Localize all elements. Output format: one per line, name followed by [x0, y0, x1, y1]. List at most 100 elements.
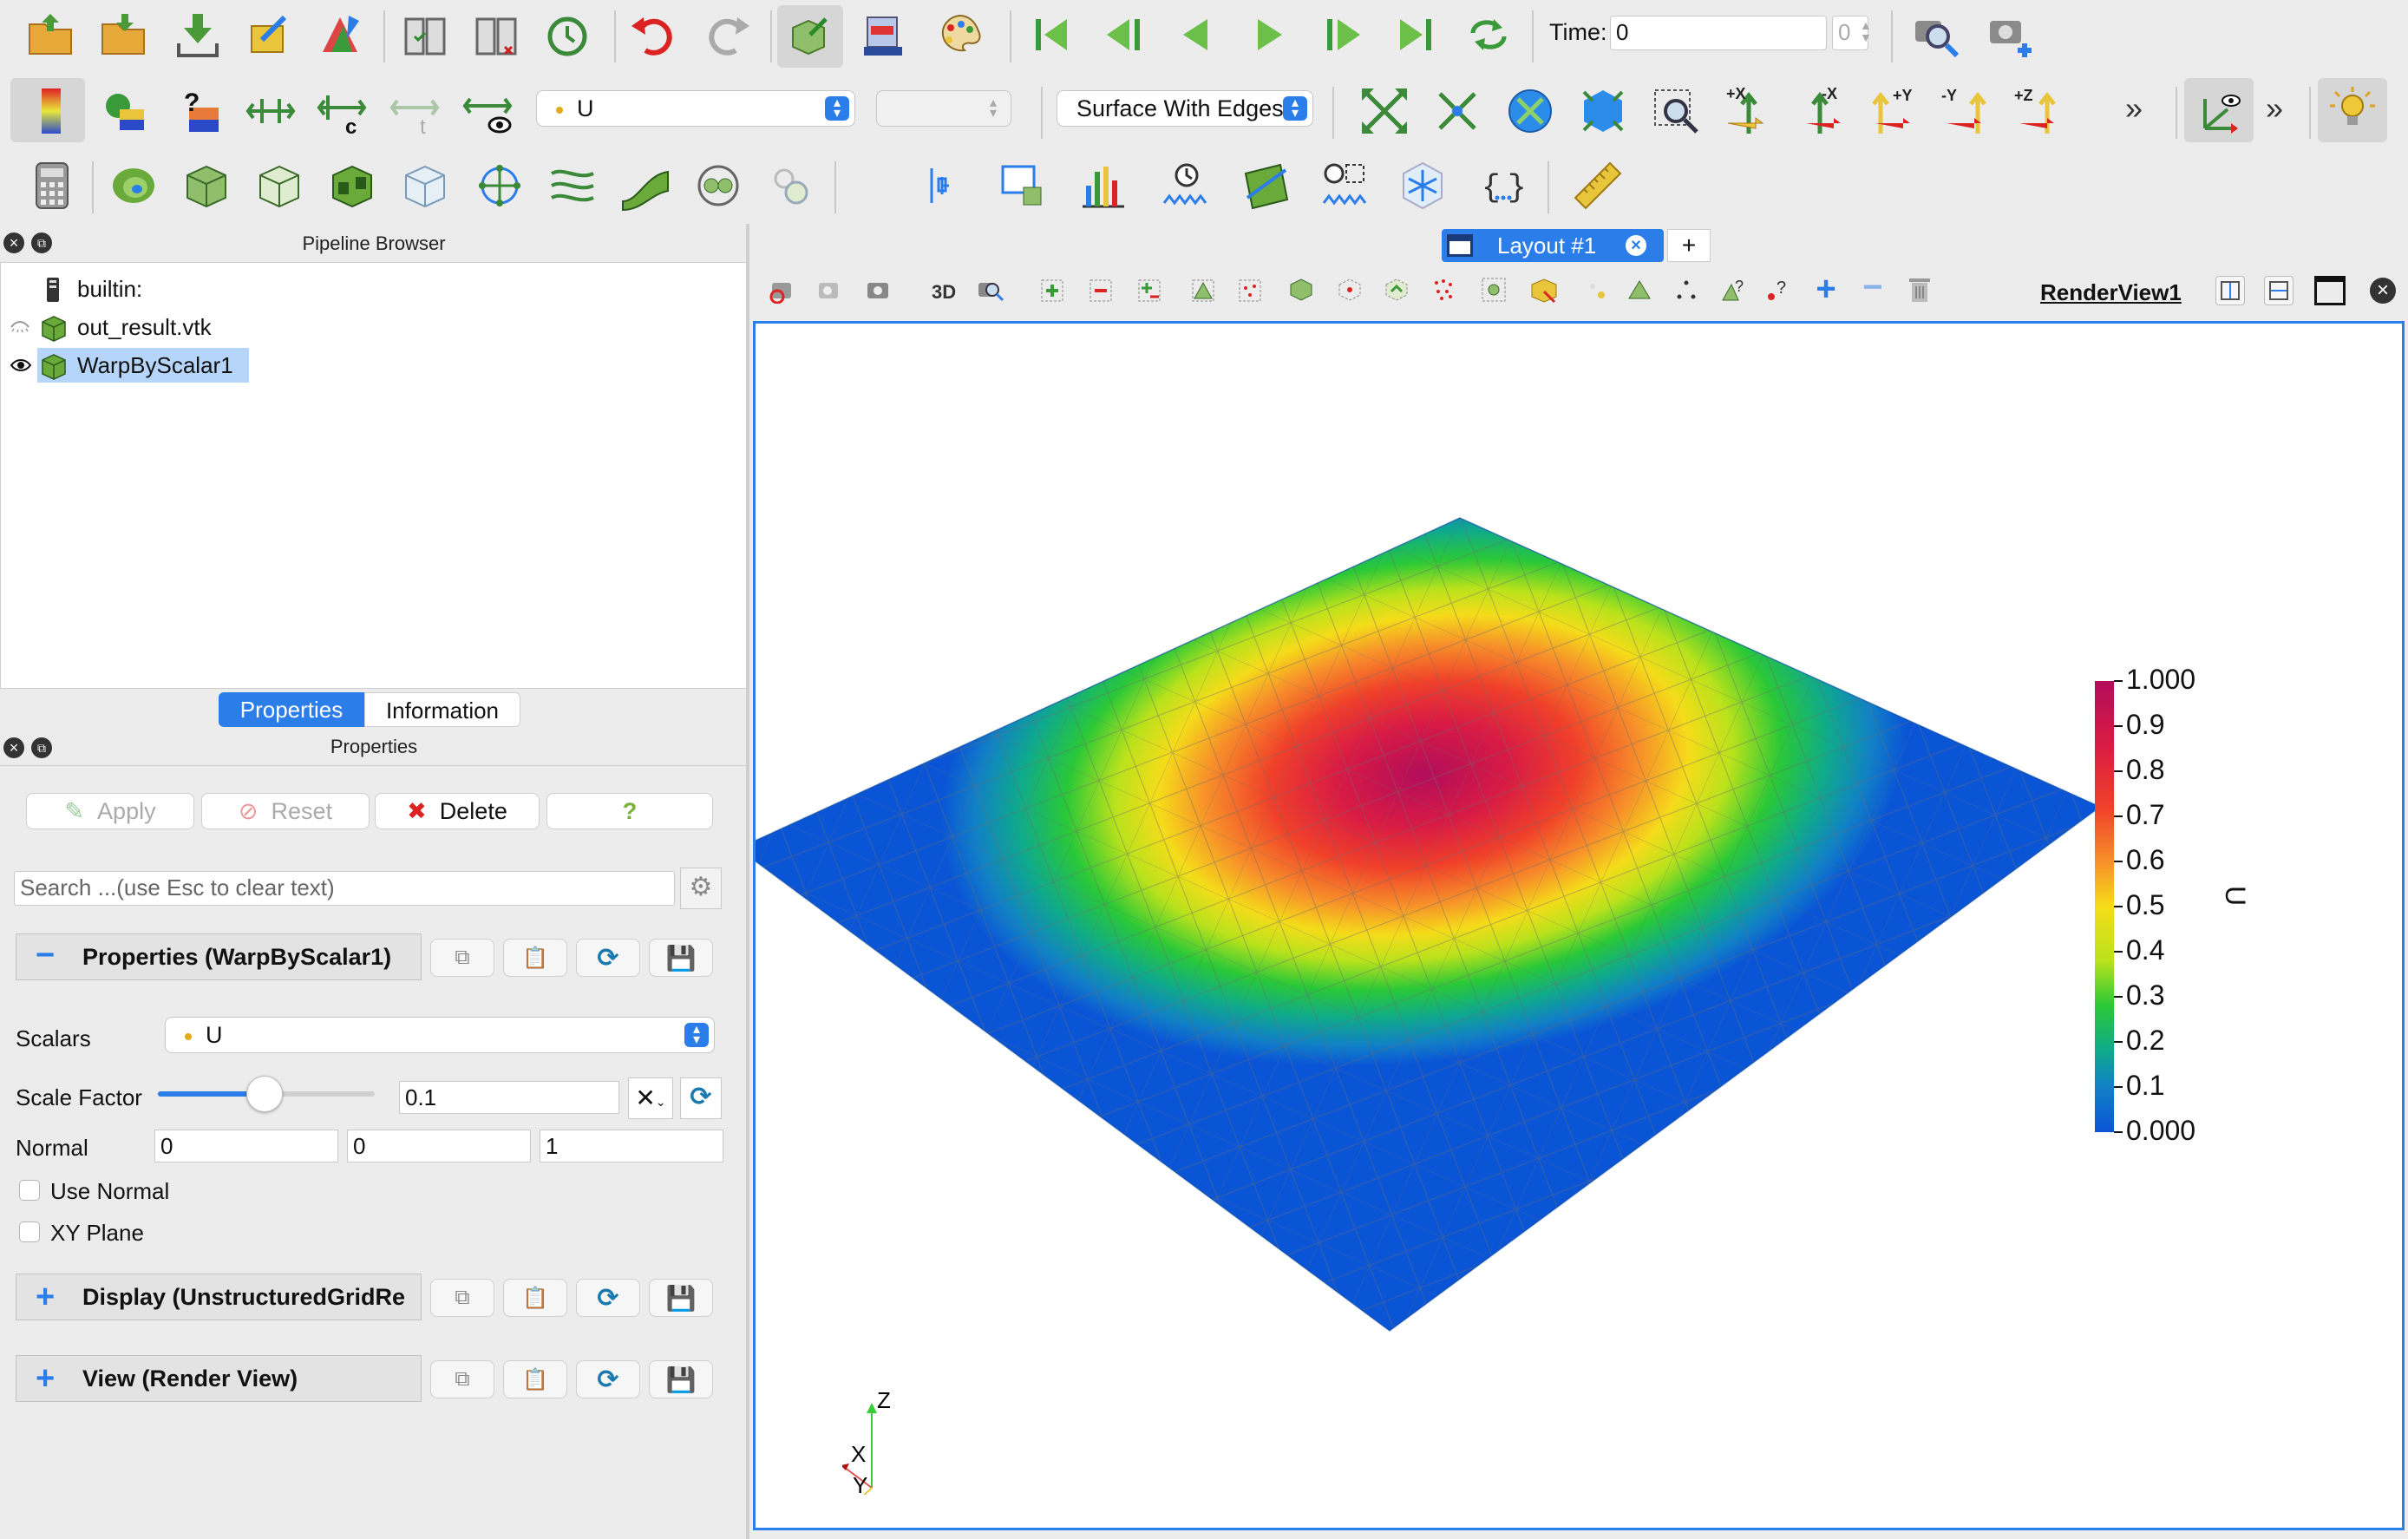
select-points-surface-icon[interactable]: [1237, 278, 1263, 304]
orientation-axes-icon[interactable]: [2191, 83, 2247, 139]
reset-display-default-button[interactable]: ⟳: [576, 1279, 640, 1317]
hover-points-icon[interactable]: [1582, 276, 1610, 304]
save-screenshot-icon[interactable]: [857, 7, 913, 62]
tab-properties[interactable]: Properties: [219, 692, 364, 727]
select-polygon-cells-icon[interactable]: [1383, 276, 1410, 304]
redo-icon[interactable]: [699, 7, 755, 62]
split-vertical-icon[interactable]: [2264, 276, 2293, 305]
hover-points-query-icon[interactable]: ?: [1764, 276, 1792, 304]
plot-over-line-2-icon[interactable]: [1239, 158, 1294, 213]
select-cells-on-icon[interactable]: [1039, 278, 1065, 304]
histogram-icon[interactable]: [1076, 158, 1131, 213]
undo-icon[interactable]: [626, 7, 682, 62]
warp-by-vector-icon[interactable]: [618, 158, 673, 213]
plot-data-over-time-icon[interactable]: [1157, 158, 1213, 213]
close-view-icon[interactable]: ×: [2370, 278, 2396, 304]
xy-plane-checkbox[interactable]: [19, 1221, 40, 1242]
loop-icon[interactable]: [1461, 7, 1516, 62]
help-button[interactable]: ?: [546, 793, 713, 829]
connect-icon[interactable]: [241, 7, 297, 62]
tab-information[interactable]: Information: [364, 692, 520, 727]
extract-level-icon[interactable]: [763, 158, 819, 213]
select-blocks-icon[interactable]: [1480, 276, 1508, 304]
view-plus-z-icon[interactable]: +Z: [2011, 83, 2066, 139]
dock-splitter[interactable]: [746, 224, 749, 1539]
hover-cells-icon[interactable]: [1626, 276, 1653, 304]
pipeline-item-warpbyscalar1[interactable]: WarpByScalar1: [1, 348, 747, 383]
reset-button[interactable]: ⊘ Reset: [201, 793, 370, 829]
reset-camera-closest-icon[interactable]: [1430, 83, 1485, 139]
color-array-combo[interactable]: U ▴ ▾: [536, 90, 855, 127]
more-tools-chevron-icon[interactable]: »: [2266, 90, 2283, 127]
reset-view-icon[interactable]: [767, 276, 795, 305]
more-tools-chevron-icon[interactable]: »: [2125, 90, 2143, 127]
view-plus-x-icon[interactable]: +X: [1721, 83, 1777, 139]
add-layout-tab-button[interactable]: +: [1667, 229, 1711, 262]
plot-over-line-icon[interactable]: [919, 158, 975, 213]
plot-selection-icon[interactable]: [994, 158, 1050, 213]
rescale-custom-icon[interactable]: ?: [170, 83, 226, 139]
rescale-data-range-icon[interactable]: [243, 83, 298, 139]
save-default-button[interactable]: 💾: [649, 939, 713, 977]
select-cells-surface-icon[interactable]: [1190, 278, 1216, 304]
scalars-combo[interactable]: U ▴ ▾: [165, 1017, 715, 1053]
select-points-off-icon[interactable]: [1088, 278, 1114, 304]
python-shell-icon[interactable]: [1395, 158, 1450, 213]
programmable-filter-icon[interactable]: {}: [1475, 158, 1530, 213]
representation-combo[interactable]: Surface With Edges ▴ ▾: [1057, 90, 1313, 127]
copy-properties-button[interactable]: ⧉: [430, 939, 494, 977]
view-section-header[interactable]: + View (Render View): [16, 1355, 422, 1402]
apply-button[interactable]: ✎ Apply: [26, 793, 194, 829]
light-bulb-icon[interactable]: [2325, 83, 2380, 139]
save-display-default-button[interactable]: 💾: [649, 1279, 713, 1317]
play-icon[interactable]: [1242, 7, 1298, 62]
scale-factor-multiplier-button[interactable]: ✕⌄: [628, 1077, 673, 1119]
split-horizontal-icon[interactable]: [2215, 276, 2245, 305]
reset-view-default-button[interactable]: ⟳: [576, 1360, 640, 1398]
clip-icon[interactable]: [179, 158, 234, 213]
reset-session-icon[interactable]: [540, 7, 595, 62]
open-recent-icon[interactable]: [95, 7, 151, 62]
interact-3d-icon[interactable]: [782, 7, 838, 62]
view-plus-y-icon[interactable]: +Y: [1865, 83, 1921, 139]
zoom-closest-icon[interactable]: [1575, 83, 1631, 139]
advanced-settings-gear-icon[interactable]: ⚙: [680, 868, 722, 909]
camera-zoom-icon[interactable]: [977, 276, 1004, 304]
select-toggle-icon[interactable]: [1136, 278, 1162, 304]
open-file-icon[interactable]: [23, 7, 78, 62]
paste-properties-button[interactable]: 📋: [503, 939, 567, 977]
zoom-to-data-icon[interactable]: [1502, 83, 1558, 139]
pipeline-item-out-result[interactable]: out_result.vtk: [1, 310, 747, 344]
find-data-icon[interactable]: [1908, 7, 1964, 62]
component-combo[interactable]: ▴ ▾: [876, 90, 1011, 127]
save-view-default-button[interactable]: 💾: [649, 1360, 713, 1398]
render-view-title[interactable]: RenderView1: [2040, 279, 2182, 306]
previous-frame-icon[interactable]: [1096, 7, 1152, 62]
scale-factor-reset-icon[interactable]: ⟳: [680, 1077, 722, 1119]
first-frame-icon[interactable]: [1024, 7, 1079, 62]
paste-display-button[interactable]: 📋: [503, 1279, 567, 1317]
zoom-to-box-icon[interactable]: [1648, 83, 1704, 139]
maximize-view-icon[interactable]: [2314, 276, 2346, 305]
select-frustum-points-icon[interactable]: [1336, 276, 1364, 304]
shrink-selection-icon[interactable]: −: [1858, 270, 1888, 305]
interactive-select-icon[interactable]: [1528, 276, 1558, 305]
properties-section-header[interactable]: − Properties (WarpByScalar1): [16, 933, 422, 980]
select-frustum-cells-icon[interactable]: [1287, 276, 1315, 304]
time-input[interactable]: 0: [1610, 16, 1827, 50]
select-polygon-points-icon[interactable]: [1430, 276, 1457, 304]
view-minus-y-icon[interactable]: -Y: [1938, 83, 1993, 139]
clear-selection-icon[interactable]: [1907, 276, 1933, 304]
use-normal-checkbox[interactable]: [19, 1180, 40, 1201]
delete-button[interactable]: ✖ Delete: [375, 793, 540, 829]
last-frame-icon[interactable]: [1388, 7, 1443, 62]
rescale-visible-range-icon[interactable]: [460, 83, 515, 139]
scale-factor-slider-handle[interactable]: [246, 1076, 283, 1112]
ruler-icon[interactable]: [1570, 158, 1626, 213]
display-section-header[interactable]: + Display (UnstructuredGridRe: [16, 1274, 422, 1320]
normal-z-input[interactable]: 1: [540, 1130, 723, 1162]
calculator-icon[interactable]: [24, 158, 80, 213]
select-edges-icon[interactable]: [1672, 276, 1700, 304]
hover-cells-query-icon[interactable]: ?: [1719, 276, 1747, 304]
reset-camera-icon[interactable]: [1357, 83, 1412, 139]
